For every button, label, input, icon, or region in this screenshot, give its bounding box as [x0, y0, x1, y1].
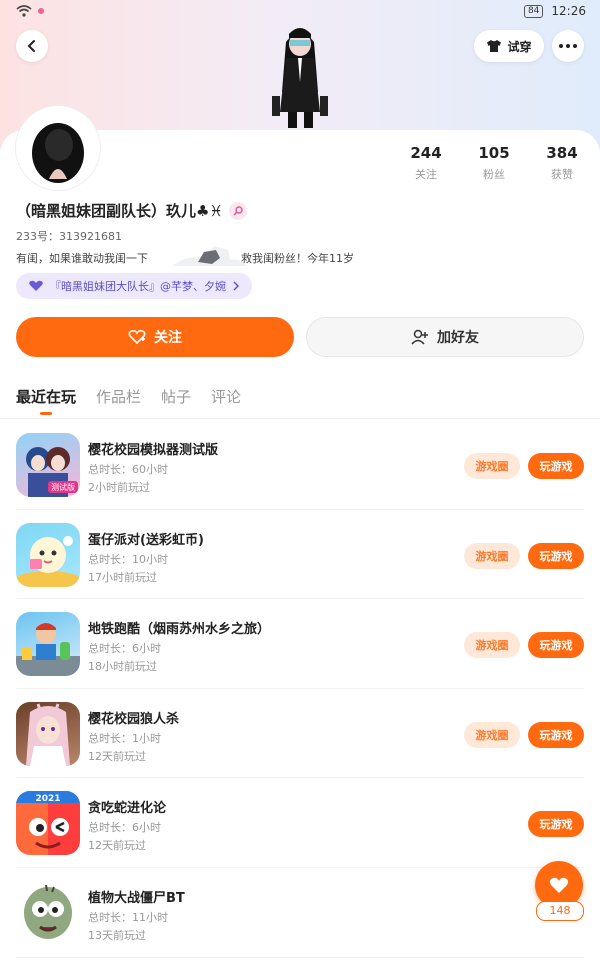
game-duration: 总时长：6小时: [88, 821, 161, 835]
game-name: 蛋仔派对(送彩虹币): [88, 532, 204, 548]
clock: 12:26: [551, 4, 586, 18]
game-duration: 总时长：11小时: [88, 910, 168, 924]
game-duration: 总时长：6小时: [88, 642, 161, 656]
character-avatar-figure: [272, 28, 328, 128]
play-game-button[interactable]: 玩游戏: [528, 453, 584, 479]
follow-label: 关注: [154, 330, 182, 346]
play-game-button[interactable]: 玩游戏: [528, 721, 584, 748]
game-name: 植物大战僵尸BT: [88, 890, 185, 906]
stat-likes: 384 获赞: [528, 144, 596, 182]
heart-icon: [549, 877, 569, 893]
game-last-played: 13天前玩过: [88, 928, 146, 942]
game-last-played: 17小时前玩过: [88, 570, 157, 584]
game-circle-button[interactable]: 游戏圈: [464, 453, 520, 479]
add-friend-label: 加好友: [437, 330, 479, 346]
bio-text-left: 有闺，如果谁敢动我闺一下: [16, 252, 148, 265]
like-count-badge: 148: [536, 901, 584, 921]
game-icon: 2021: [16, 791, 80, 856]
tshirt-icon: [487, 40, 502, 52]
game-last-played: 2小时前玩过: [88, 481, 150, 494]
heart-plus-icon: [128, 329, 146, 345]
game-name: 樱花校园模拟器测试版: [88, 443, 219, 458]
avatar[interactable]: [16, 106, 100, 190]
play-game-button[interactable]: 玩游戏: [528, 632, 584, 659]
avatar-image: [19, 109, 97, 187]
stats-row: 244 关注 105 粉丝 384 获赞: [392, 144, 596, 182]
stat-number: 244: [410, 144, 442, 162]
play-game-button[interactable]: 玩游戏: [528, 811, 584, 838]
group-badge[interactable]: 『暗黑姐妹团大队长』@芊梦、夕婉: [16, 273, 252, 299]
search-icon: [233, 205, 243, 215]
redaction-blob: [172, 246, 246, 266]
icon-text: 2021: [35, 794, 60, 804]
recent-games-list: 测试版 樱花校园模拟器测试版 总时长：60小时 2小时前玩过 游戏圈 玩游戏 蛋…: [0, 420, 600, 958]
game-icon: [16, 880, 80, 945]
more-icon: [559, 44, 577, 48]
tab-posts[interactable]: 帖子: [161, 386, 191, 407]
list-item[interactable]: 樱花校园狼人杀 总时长：1小时 12天前玩过 游戏圈 玩游戏: [16, 689, 584, 779]
tabs-divider: [0, 418, 600, 419]
stat-label: 关注: [415, 168, 437, 181]
wifi-icon: [16, 5, 32, 17]
try-on-label: 试穿: [507, 39, 532, 54]
game-circle-button[interactable]: 游戏圈: [464, 632, 520, 659]
game-name: 地铁跑酷（烟雨苏州水乡之旅）: [88, 622, 271, 638]
game-icon: 测试版: [16, 433, 80, 497]
more-button[interactable]: [552, 30, 584, 62]
tab-works[interactable]: 作品栏: [96, 386, 141, 407]
bio-text-right: 救我闺粉丝！今年11岁: [241, 252, 354, 265]
stat-number: 105: [478, 144, 510, 162]
tab-comments[interactable]: 评论: [211, 386, 241, 407]
follow-button[interactable]: 关注: [16, 317, 294, 357]
game-last-played: 12天前玩过: [88, 839, 146, 853]
list-item[interactable]: 蛋仔派对(送彩虹币) 总时长：10小时 17小时前玩过 游戏圈 玩游戏: [16, 510, 584, 600]
profile-tabs: 最近在玩 作品栏 帖子 评论: [16, 386, 241, 415]
chevron-right-icon: [233, 281, 239, 291]
list-item[interactable]: 测试版 樱花校园模拟器测试版 总时长：60小时 2小时前玩过 游戏圈 玩游戏: [16, 420, 584, 510]
notification-dot: [38, 8, 44, 14]
back-button[interactable]: [16, 30, 48, 62]
stat-followers[interactable]: 105 粉丝: [460, 144, 528, 182]
battery-indicator: 84: [523, 4, 544, 18]
icon-text: 测试版: [51, 482, 75, 492]
profile-name-row: （暗黑姐妹团副队长）玖儿♣♓: [16, 200, 247, 221]
game-icon: [16, 612, 80, 677]
game-circle-button[interactable]: 游戏圈: [464, 721, 520, 748]
try-on-button[interactable]: 试穿: [474, 30, 544, 62]
game-name: 樱花校园狼人杀: [88, 711, 180, 727]
user-id: 233号：313921681: [16, 230, 122, 243]
game-duration: 总时长：60小时: [88, 463, 168, 476]
game-circle-button[interactable]: 游戏圈: [464, 542, 520, 569]
game-icon: [16, 701, 80, 766]
back-arrow-icon: [27, 40, 35, 52]
game-last-played: 12天前玩过: [88, 749, 146, 763]
stat-number: 384: [546, 144, 578, 162]
add-friend-button[interactable]: 加好友: [306, 317, 584, 357]
game-duration: 总时长：10小时: [88, 552, 168, 566]
group-badge-text: 『暗黑姐妹团大队长』@芊梦、夕婉: [50, 280, 226, 293]
stat-label: 粉丝: [483, 168, 505, 181]
game-name: 贪吃蛇进化论: [88, 801, 167, 817]
game-icon: [16, 522, 80, 587]
list-item[interactable]: 植物大战僵尸BT 总时长：11小时 13天前玩过: [16, 868, 584, 958]
search-badge[interactable]: [228, 201, 247, 220]
play-game-button[interactable]: 玩游戏: [528, 542, 584, 569]
stat-following[interactable]: 244 关注: [392, 144, 460, 182]
tab-recently-played[interactable]: 最近在玩: [16, 386, 76, 415]
game-last-played: 18小时前玩过: [88, 660, 157, 674]
person-add-icon: [411, 329, 428, 345]
stat-label: 获赞: [551, 168, 573, 181]
list-item[interactable]: 2021 贪吃蛇进化论 总时长：6小时 12天前玩过 玩游戏: [16, 778, 584, 868]
game-duration: 总时长：1小时: [88, 731, 161, 745]
heart-icon: [29, 280, 43, 291]
profile-name: （暗黑姐妹团副队长）玖儿♣♓: [16, 202, 223, 220]
list-item[interactable]: 地铁跑酷（烟雨苏州水乡之旅） 总时长：6小时 18小时前玩过 游戏圈 玩游戏: [16, 599, 584, 689]
